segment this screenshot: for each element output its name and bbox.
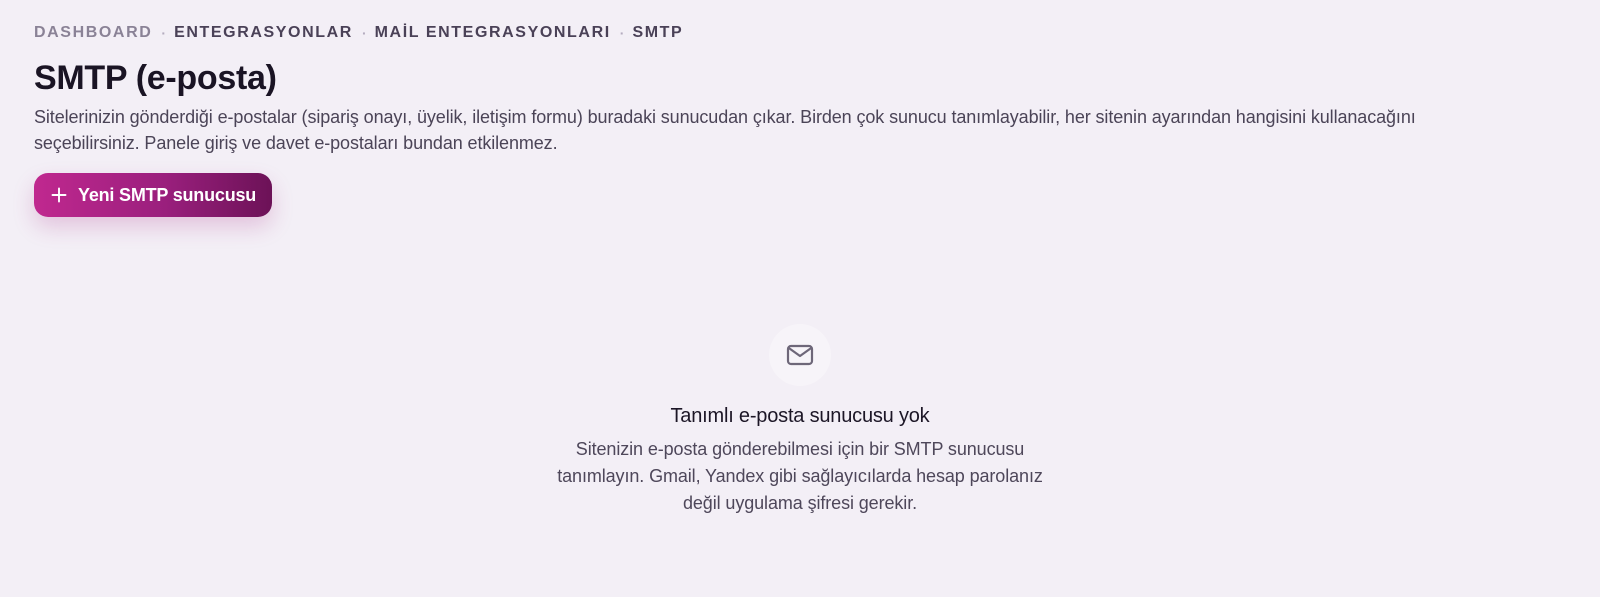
new-smtp-server-label: Yeni SMTP sunucusu (78, 184, 257, 205)
empty-state: Tanımlı e-posta sunucusu yok Sitenizin e… (0, 324, 1600, 517)
new-smtp-server-button[interactable]: Yeni SMTP sunucusu (34, 173, 273, 217)
breadcrumb-separator: · (361, 25, 367, 41)
empty-state-title: Tanımlı e-posta sunucusu yok (670, 405, 930, 427)
breadcrumb-item-dashboard[interactable]: DASHBOARD (34, 24, 152, 42)
mail-icon-container (769, 324, 831, 386)
mail-icon (786, 344, 814, 366)
page-title: SMTP (e-posta) (34, 59, 277, 97)
page: DASHBOARD · ENTEGRASYONLAR · MAİL ENTEGR… (0, 0, 1600, 597)
plus-icon (51, 187, 67, 203)
breadcrumb-separator: · (161, 25, 167, 41)
breadcrumb: DASHBOARD · ENTEGRASYONLAR · MAİL ENTEGR… (34, 22, 1566, 44)
breadcrumb-item-smtp: SMTP (632, 24, 684, 41)
page-description: Sitelerinizin gönderdiği e-postalar (sip… (34, 107, 1416, 153)
breadcrumb-separator: · (619, 25, 625, 41)
empty-state-description: Sitenizin e-posta gönderebilmesi için bi… (557, 439, 1043, 513)
breadcrumb-item-entegrasyonlar[interactable]: ENTEGRASYONLAR (174, 24, 353, 42)
breadcrumb-item-mail-entegrasyonlari[interactable]: MAİL ENTEGRASYONLARI (375, 24, 611, 42)
